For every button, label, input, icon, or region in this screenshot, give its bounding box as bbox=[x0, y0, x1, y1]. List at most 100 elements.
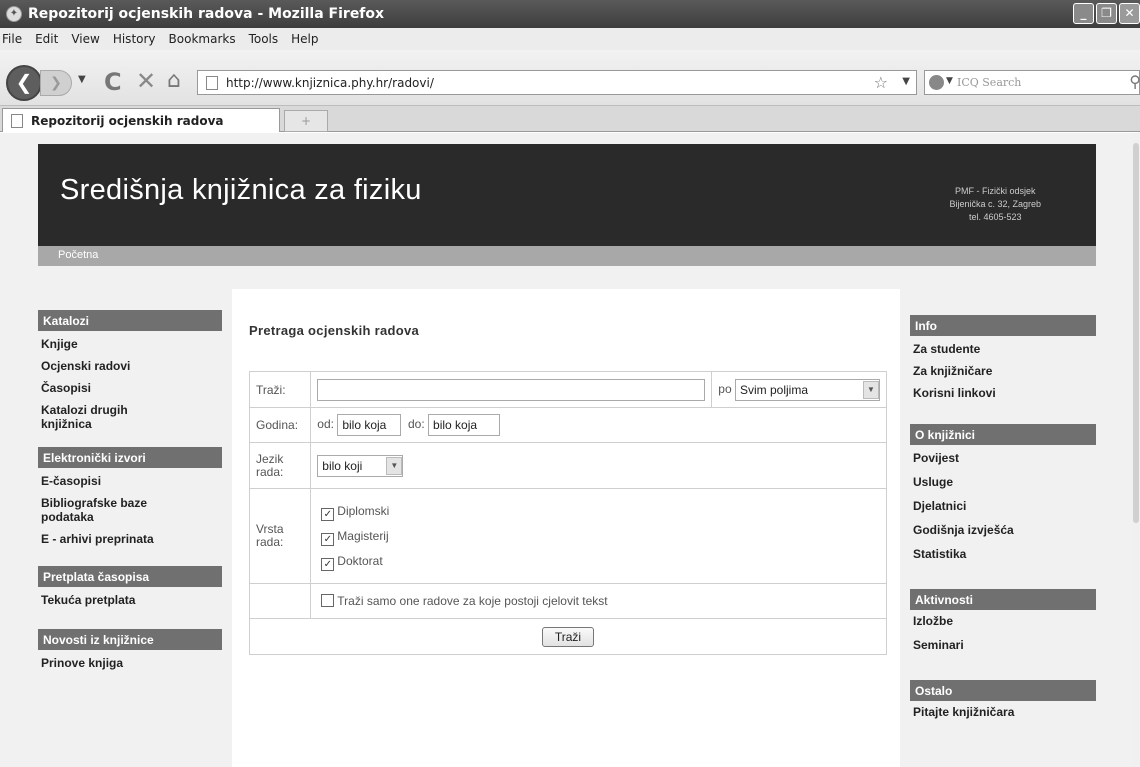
sidebar-link[interactable]: Katalozi drugih knjižnica bbox=[38, 399, 178, 435]
sidebar-link[interactable]: E-časopisi bbox=[38, 468, 222, 492]
site-address: PMF - Fizički odsjek Bijenička c. 32, Za… bbox=[949, 185, 1041, 224]
year-to-input[interactable]: bilo koja bbox=[428, 414, 501, 436]
checkbox-checked[interactable]: ✓ bbox=[321, 507, 335, 521]
close-button[interactable]: ✕ bbox=[1119, 3, 1140, 24]
bookmark-star-icon[interactable]: ☆ bbox=[874, 73, 888, 92]
sidebar-heading: Ostalo bbox=[910, 680, 1096, 701]
jezik-label: Jezik rada: bbox=[248, 442, 312, 489]
site-header: Središnja knjižnica za fiziku PMF - Fizi… bbox=[38, 144, 1096, 246]
home-icon[interactable]: ⌂ bbox=[167, 68, 181, 93]
sidebar-link[interactable]: Bibliografske baze podataka bbox=[38, 492, 188, 528]
search-panel: Pretraga ocjenskih radova Traži: po Svim… bbox=[232, 289, 900, 767]
search-title: Pretraga ocjenskih radova bbox=[249, 323, 420, 338]
checkbox-checked[interactable]: ✓ bbox=[321, 557, 335, 571]
url-text: http://www.knjiznica.phy.hr/radovi/ bbox=[226, 75, 434, 90]
stop-icon[interactable]: ✕ bbox=[136, 67, 156, 95]
search-engine-dropdown-icon[interactable]: ▼ bbox=[946, 76, 953, 86]
field-select-value: Svim poljima bbox=[740, 382, 809, 397]
fulltext-checkbox[interactable] bbox=[321, 594, 335, 607]
language-select-value: bilo koji bbox=[322, 458, 363, 473]
address-bar[interactable]: http://www.knjiznica.phy.hr/radovi/ ☆ ▼ bbox=[197, 70, 917, 95]
forward-button[interactable]: ❯ bbox=[40, 70, 72, 96]
menu-help[interactable]: Help bbox=[291, 32, 318, 46]
language-select[interactable]: bilo koji ▼ bbox=[317, 454, 404, 477]
checkbox-label: Magisterij bbox=[337, 528, 389, 543]
menu-tools[interactable]: Tools bbox=[249, 32, 279, 46]
menu-history[interactable]: History bbox=[113, 32, 156, 46]
sidebar-link[interactable]: Ocjenski radovi bbox=[38, 355, 222, 377]
sidebar-link[interactable]: Časopisi bbox=[38, 377, 222, 399]
tab-active[interactable]: Repozitorij ocjenskih radova bbox=[2, 108, 280, 132]
sidebar-link[interactable]: Seminari bbox=[910, 632, 1096, 656]
sidebar-heading: Info bbox=[910, 315, 1096, 336]
sidebar-heading: Katalozi bbox=[38, 310, 222, 331]
home-link[interactable]: Početna bbox=[58, 249, 98, 261]
history-dropdown-icon[interactable]: ▼ bbox=[78, 74, 86, 85]
sidebar-link[interactable]: Pitajte knjižničara bbox=[910, 701, 1096, 723]
menu-bookmarks[interactable]: Bookmarks bbox=[169, 32, 236, 46]
page-content: Središnja knjižnica za fiziku PMF - Fizi… bbox=[0, 133, 1132, 767]
left-sidebar: Katalozi Knjige Ocjenski radovi Časopisi… bbox=[38, 288, 222, 674]
vrsta-label: Vrsta rada: bbox=[248, 488, 312, 584]
reload-icon[interactable]: C bbox=[104, 68, 122, 96]
menu-view[interactable]: View bbox=[71, 32, 99, 46]
trazi-label: Traži: bbox=[248, 371, 312, 408]
sidebar-link[interactable]: Povijest bbox=[910, 445, 1096, 469]
search-engine-icon[interactable] bbox=[929, 75, 944, 90]
sidebar-link[interactable]: Za studente bbox=[910, 336, 1096, 360]
site-title: Središnja knjižnica za fiziku bbox=[60, 174, 422, 206]
type-option-doktorat[interactable]: ✓ Doktorat bbox=[321, 549, 880, 574]
sidebar-heading: Pretplata časopisa bbox=[38, 566, 222, 587]
od-label: od: bbox=[317, 417, 334, 432]
new-tab-button[interactable]: + bbox=[284, 110, 328, 132]
sidebar-link[interactable]: Za knjižničare bbox=[910, 360, 1096, 382]
vertical-scrollbar[interactable] bbox=[1132, 133, 1140, 767]
search-placeholder: ICQ Search bbox=[957, 76, 1022, 89]
sidebar-heading: Novosti iz knjižnice bbox=[38, 629, 222, 650]
type-option-diplomski[interactable]: ✓ Diplomski bbox=[321, 499, 880, 524]
field-select[interactable]: Svim poljima ▼ bbox=[735, 378, 880, 401]
godina-label: Godina: bbox=[248, 407, 312, 443]
page-icon bbox=[206, 75, 218, 90]
maximize-button[interactable]: ❐ bbox=[1096, 3, 1117, 24]
window-title: Repozitorij ocjenskih radova - Mozilla F… bbox=[28, 6, 385, 22]
checkbox-label: Diplomski bbox=[337, 503, 390, 518]
checkbox-label: Doktorat bbox=[337, 553, 383, 568]
sub-navigation: Početna bbox=[38, 246, 1096, 266]
back-button[interactable]: ❮ bbox=[6, 65, 42, 101]
sidebar-link[interactable]: E - arhivi preprinata bbox=[38, 528, 222, 550]
sidebar-link[interactable]: Djelatnici bbox=[910, 493, 1096, 517]
chevron-down-icon: ▼ bbox=[863, 380, 879, 399]
checkbox-checked[interactable]: ✓ bbox=[321, 532, 335, 546]
search-icon[interactable]: ⚲ bbox=[1129, 72, 1140, 91]
sidebar-link[interactable]: Godišnja izvješća bbox=[910, 517, 1096, 541]
sidebar-link[interactable]: Korisni linkovi bbox=[910, 382, 1096, 404]
search-input[interactable] bbox=[317, 378, 706, 401]
sidebar-link[interactable]: Tekuća pretplata bbox=[38, 587, 222, 611]
year-from-input[interactable]: bilo koja bbox=[337, 414, 402, 436]
search-form: Traži: po Svim poljima ▼ Godina: od: bil… bbox=[248, 371, 887, 655]
address-line: Bijenička c. 32, Zagreb bbox=[949, 199, 1041, 209]
url-dropdown-icon[interactable]: ▼ bbox=[902, 76, 910, 87]
sidebar-link[interactable]: Statistika bbox=[910, 541, 1096, 565]
sidebar-link[interactable]: Prinove knjiga bbox=[38, 650, 222, 674]
sidebar-heading: Aktivnosti bbox=[910, 589, 1096, 610]
sidebar-heading: Elektronički izvori bbox=[38, 447, 222, 468]
minimize-button[interactable]: _ bbox=[1073, 3, 1094, 24]
tab-title: Repozitorij ocjenskih radova bbox=[31, 113, 224, 128]
scrollbar-thumb[interactable] bbox=[1133, 143, 1139, 523]
right-sidebar: Info Za studente Za knjižničare Korisni … bbox=[910, 315, 1096, 723]
page-icon bbox=[11, 113, 23, 128]
sidebar-link[interactable]: Usluge bbox=[910, 469, 1096, 493]
menu-file[interactable]: File bbox=[2, 32, 22, 46]
search-submit-button[interactable]: Traži bbox=[541, 626, 595, 647]
po-label: po bbox=[718, 381, 732, 396]
sidebar-link[interactable]: Izložbe bbox=[910, 610, 1096, 632]
fulltext-label: Traži samo one radove za koje postoji cj… bbox=[337, 594, 608, 608]
search-box[interactable]: ▼ ICQ Search ⚲ bbox=[924, 70, 1140, 95]
type-option-magisterij[interactable]: ✓ Magisterij bbox=[321, 524, 880, 549]
tab-bar: Repozitorij ocjenskih radova + bbox=[0, 106, 1140, 132]
menu-bar: File Edit View History Bookmarks Tools H… bbox=[0, 28, 1140, 50]
menu-edit[interactable]: Edit bbox=[35, 32, 58, 46]
sidebar-link[interactable]: Knjige bbox=[38, 331, 222, 355]
